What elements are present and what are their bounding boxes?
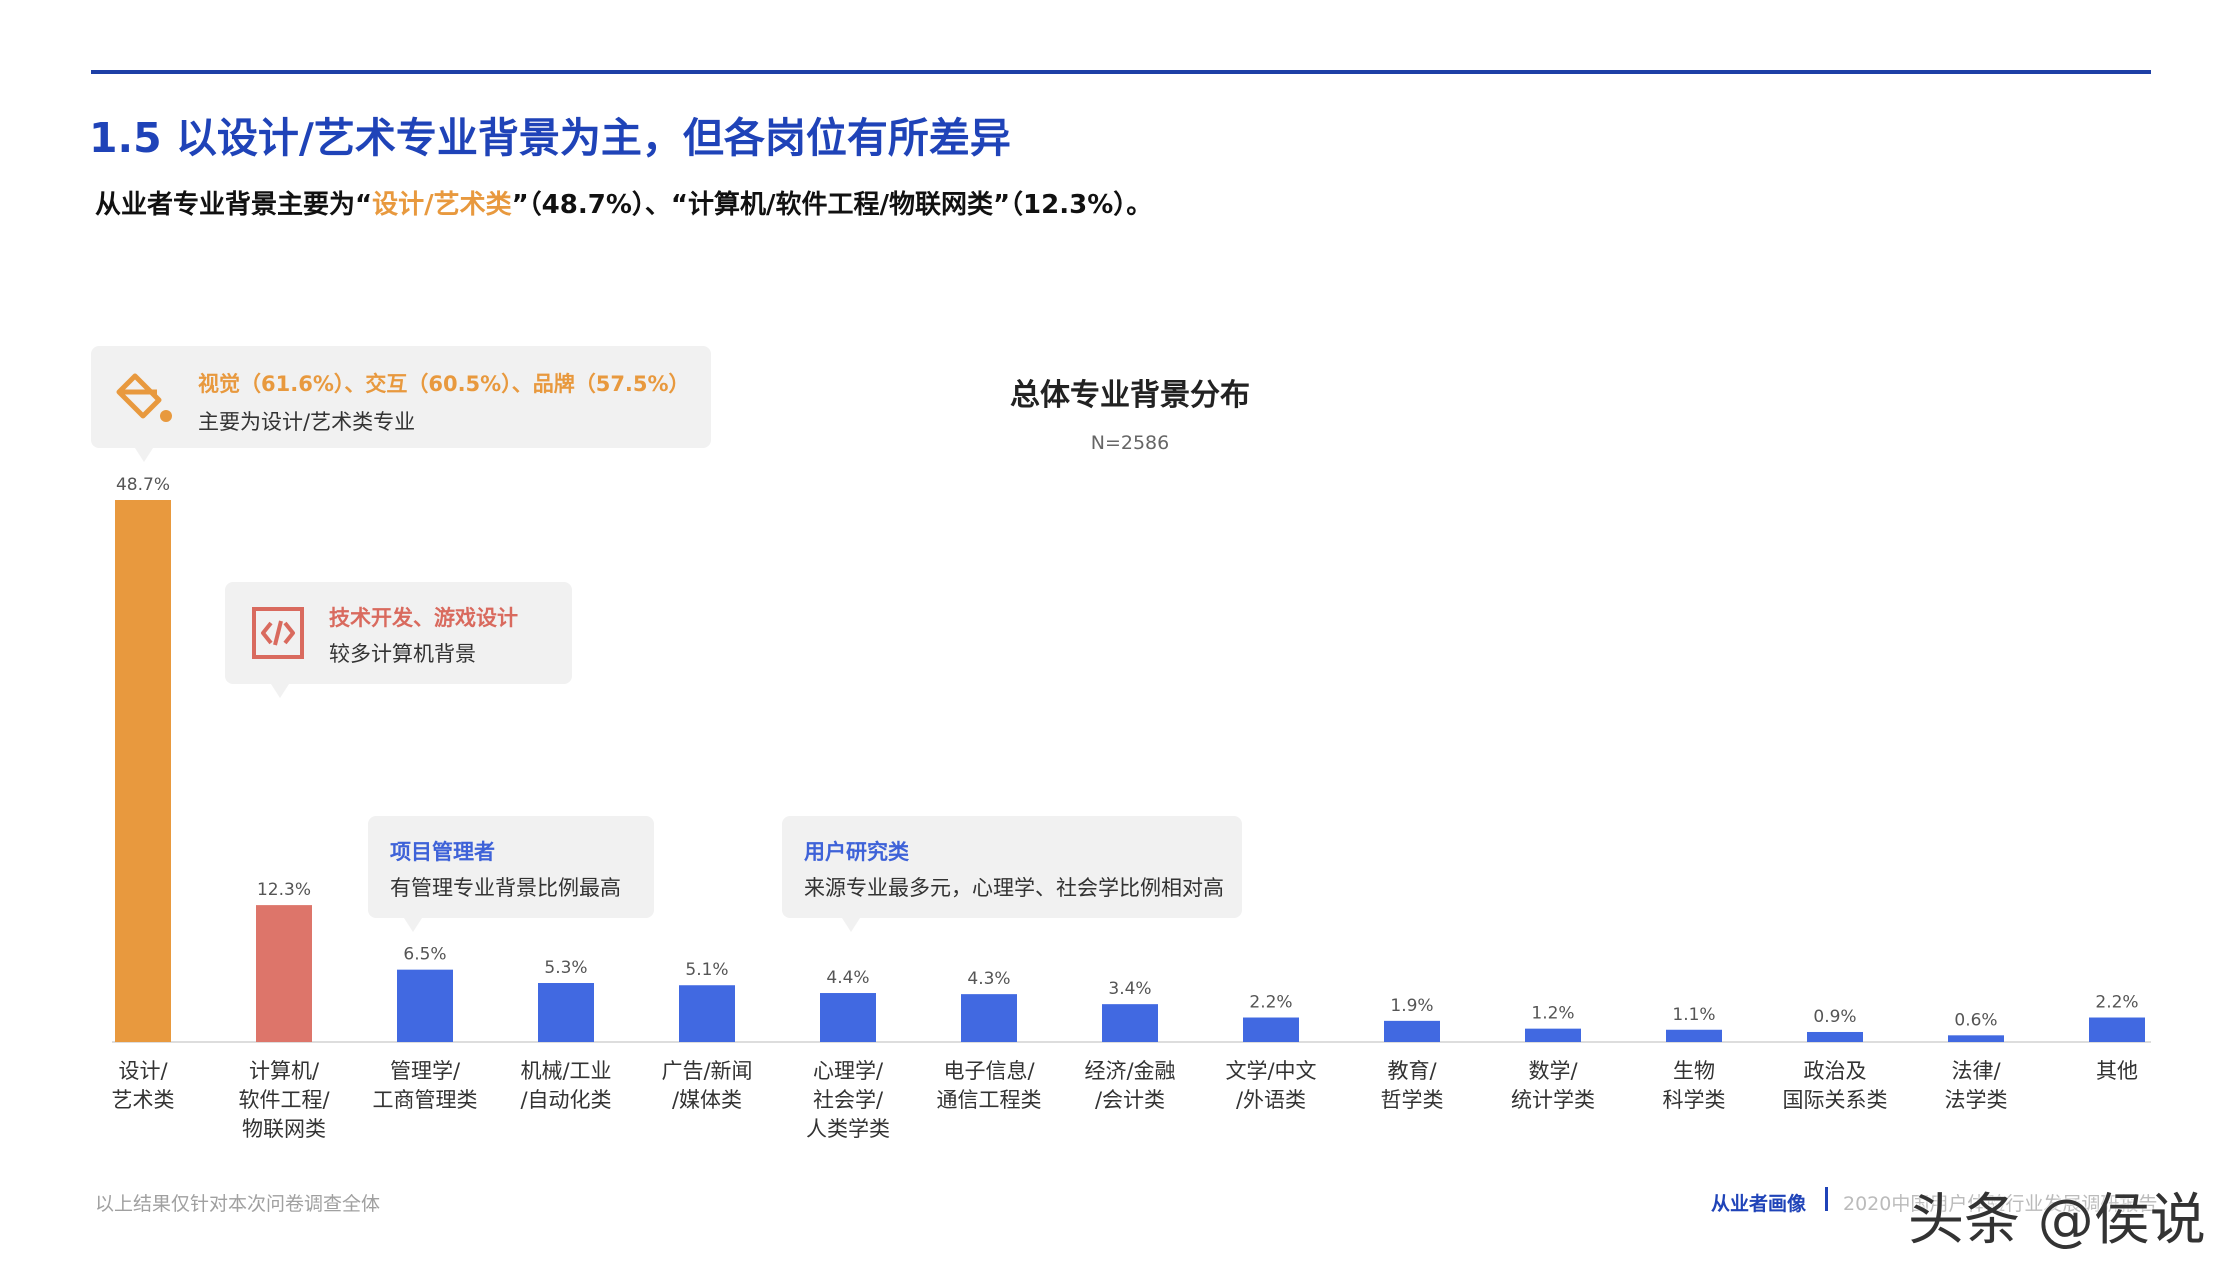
bar-7	[1102, 1004, 1158, 1042]
value-label-6: 4.3%	[967, 969, 1010, 989]
callout-pm: 项目管理者 有管理专业背景比例最高	[368, 816, 654, 932]
bar-4	[679, 985, 735, 1042]
value-label-4: 5.1%	[685, 960, 728, 980]
category-label-2-1: 工商管理类	[373, 1088, 478, 1112]
bar-9	[1384, 1020, 1440, 1042]
value-label-8: 2.2%	[1249, 993, 1292, 1013]
category-label-6-0: 电子信息/	[943, 1059, 1035, 1083]
bar-13	[1948, 1035, 2004, 1042]
value-label-0: 48.7%	[116, 475, 170, 495]
bar-3	[538, 983, 594, 1042]
category-label-1-0: 计算机/	[249, 1059, 320, 1083]
code-icon	[251, 606, 305, 664]
value-label-1: 12.3%	[257, 880, 311, 900]
category-label-8-1: /外语类	[1236, 1088, 1306, 1112]
footer-section: 从业者画像	[1711, 1193, 1807, 1215]
category-label-0-0: 设计/	[118, 1059, 168, 1083]
bar-11	[1666, 1029, 1722, 1042]
category-label-13-1: 法学类	[1945, 1088, 2008, 1112]
callout-pm-desc: 有管理专业背景比例最高	[390, 876, 621, 900]
callout-design-title: 视觉（61.6%）、交互（60.5%）、品牌（57.5%）	[198, 372, 690, 396]
bar-2	[397, 969, 453, 1042]
callout-design: 视觉（61.6%）、交互（60.5%）、品牌（57.5%） 主要为设计/艺术类专…	[91, 346, 711, 462]
value-label-9: 1.9%	[1390, 996, 1433, 1016]
category-label-2-0: 管理学/	[390, 1059, 461, 1083]
category-label-3-0: 机械/工业	[520, 1059, 611, 1083]
footer-note: 以上结果仅针对本次问卷调查全体	[95, 1193, 381, 1215]
value-label-11: 1.1%	[1672, 1005, 1715, 1025]
category-label-3-1: /自动化类	[520, 1088, 611, 1112]
watermark: 头条 @侯说	[1908, 1188, 2206, 1253]
category-label-7-0: 经济/金融	[1084, 1059, 1175, 1083]
callout-ur-pointer	[842, 918, 860, 932]
category-label-5-2: 人类学类	[806, 1117, 890, 1141]
value-label-13: 0.6%	[1954, 1010, 1997, 1030]
callout-ur: 用户研究类 来源专业最多元，心理学、社会学比例相对高	[782, 816, 1242, 932]
callout-dev-desc: 较多计算机背景	[329, 642, 476, 666]
category-label-10-1: 统计学类	[1511, 1088, 1595, 1112]
callout-ur-desc: 来源专业最多元，心理学、社会学比例相对高	[804, 876, 1224, 900]
bar-chart: 48.7% 设计/艺术类 12.3% 计算机/软件工程/物联网类 6.5% 管理学/工商管…	[112, 475, 2151, 1141]
category-label-7-1: /会计类	[1095, 1088, 1165, 1112]
bar-5	[820, 993, 876, 1042]
category-label-5-1: 社会学/	[813, 1088, 884, 1112]
category-label-0-1: 艺术类	[112, 1088, 175, 1112]
category-label-4-1: /媒体类	[672, 1088, 742, 1112]
callout-ur-title: 用户研究类	[804, 840, 909, 864]
category-label-1-2: 物联网类	[242, 1117, 326, 1141]
category-label-13-0: 法律/	[1951, 1059, 2001, 1083]
bar-0	[115, 500, 171, 1042]
category-label-5-0: 心理学/	[813, 1059, 884, 1083]
bar-1	[256, 905, 312, 1042]
category-label-9-0: 教育/	[1387, 1059, 1437, 1083]
category-label-14-0: 其他	[2096, 1059, 2138, 1083]
value-label-14: 2.2%	[2095, 993, 2138, 1013]
category-label-11-1: 科学类	[1663, 1088, 1726, 1112]
callout-pm-title: 项目管理者	[390, 840, 495, 864]
value-label-5: 4.4%	[826, 968, 869, 988]
bar-10	[1525, 1028, 1581, 1042]
category-label-12-0: 政治及	[1804, 1059, 1867, 1083]
paint-bucket-icon	[113, 366, 175, 432]
callout-design-pointer	[135, 448, 153, 462]
category-label-9-1: 哲学类	[1381, 1088, 1444, 1112]
callout-dev-title: 技术开发、游戏设计	[329, 606, 518, 630]
value-label-10: 1.2%	[1531, 1004, 1574, 1024]
value-label-12: 0.9%	[1813, 1007, 1856, 1027]
bar-12	[1807, 1031, 1863, 1042]
category-label-11-0: 生物	[1673, 1059, 1715, 1083]
callout-dev: 技术开发、游戏设计 较多计算机背景	[225, 582, 572, 698]
category-label-1-1: 软件工程/	[238, 1088, 330, 1112]
value-label-3: 5.3%	[544, 958, 587, 978]
category-label-6-1: 通信工程类	[937, 1088, 1042, 1112]
footer-separator	[1825, 1187, 1828, 1211]
bar-6	[961, 994, 1017, 1042]
bar-14	[2089, 1017, 2145, 1042]
callout-dev-pointer	[271, 684, 289, 698]
category-label-8-0: 文学/中文	[1225, 1059, 1316, 1083]
bar-8	[1243, 1017, 1299, 1042]
callout-design-desc: 主要为设计/艺术类专业	[198, 410, 416, 434]
category-label-10-0: 数学/	[1528, 1059, 1578, 1083]
callout-pm-pointer	[404, 918, 422, 932]
value-label-2: 6.5%	[403, 945, 446, 965]
category-label-4-0: 广告/新闻	[661, 1059, 752, 1083]
category-label-12-1: 国际关系类	[1783, 1088, 1888, 1112]
value-label-7: 3.4%	[1108, 979, 1151, 999]
